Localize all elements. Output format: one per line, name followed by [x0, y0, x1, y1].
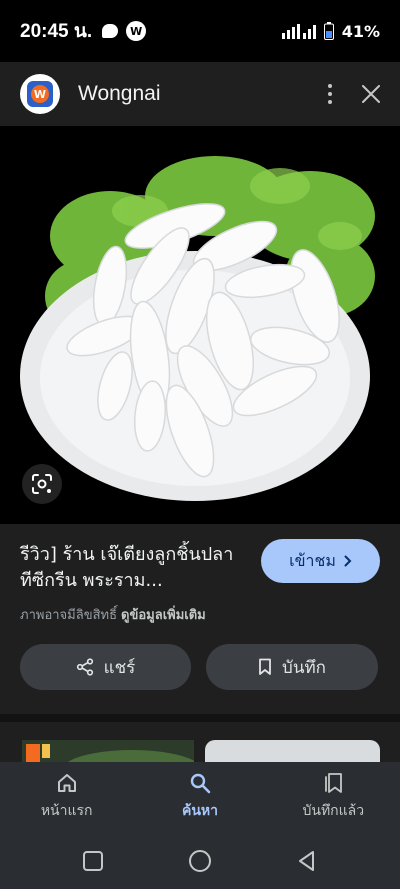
status-right: 41% [281, 21, 380, 41]
recent-apps-icon[interactable] [82, 850, 104, 872]
battery-percent: 41% [341, 21, 380, 41]
wongnai-logo[interactable]: W [20, 74, 60, 114]
share-icon [76, 658, 93, 676]
close-icon[interactable] [362, 85, 380, 103]
related-thumbnail[interactable] [205, 740, 380, 762]
nav-home[interactable]: หน้าแรก [0, 762, 133, 832]
battery-icon [323, 22, 334, 40]
lens-search-icon[interactable] [22, 464, 62, 504]
result-info-panel: รีวิว] ร้าน เจ๊เตียงลูกชิ้นปลา ทีซีกรีน … [0, 524, 400, 714]
message-icon [102, 24, 119, 38]
status-time: 20:45 น. [20, 21, 93, 42]
w-notification-icon: W [126, 21, 147, 41]
nav-home-label: หน้าแรก [40, 803, 93, 819]
nav-saved-label: บันทึกแล้ว [302, 803, 365, 819]
home-icon [57, 774, 76, 792]
search-icon [190, 773, 211, 794]
logo-letter: W [31, 85, 49, 103]
share-label: แชร์ [103, 657, 136, 678]
nav-search-label: ค้นหา [181, 803, 218, 819]
nav-search[interactable]: ค้นหา [133, 762, 266, 832]
home-circle-icon[interactable] [188, 849, 212, 873]
signal-icon [281, 24, 316, 39]
saved-icon [325, 773, 343, 793]
more-vert-icon[interactable] [328, 84, 332, 104]
chevron-right-icon [344, 555, 352, 567]
bottom-nav: หน้าแรก ค้นหา บันทึกแล้ว [0, 762, 400, 832]
save-label: บันทึก [282, 657, 326, 678]
save-button[interactable]: บันทึก [206, 644, 378, 690]
fishball-dish-image [0, 126, 400, 524]
status-bar: 20:45 น. W 41% [0, 0, 400, 62]
related-results [0, 722, 400, 762]
bookmark-icon [259, 658, 271, 675]
section-divider [0, 714, 400, 722]
result-title[interactable]: รีวิว] ร้าน เจ๊เตียงลูกชิ้นปลา ทีซีกรีน … [20, 542, 250, 594]
copyright-notice: ภาพอาจมีลิขสิทธิ์ ดูข้อมูลเพิ่มเติม [20, 604, 206, 625]
related-thumbnail[interactable] [22, 740, 197, 762]
status-notification-icons: W [102, 21, 147, 41]
system-nav-bar [0, 832, 400, 889]
back-icon[interactable] [296, 850, 318, 872]
app-header: W Wongnai [0, 62, 400, 126]
page-title: Wongnai [78, 82, 161, 105]
copyright-text: ภาพอาจมีลิขสิทธิ์ [20, 608, 118, 623]
visit-button[interactable]: เข้าชม [261, 539, 380, 583]
result-image[interactable] [0, 126, 400, 524]
nav-saved[interactable]: บันทึกแล้ว [267, 762, 400, 832]
share-button[interactable]: แชร์ [20, 644, 191, 690]
more-info-link[interactable]: ดูข้อมูลเพิ่มเติม [121, 608, 206, 623]
visit-label: เข้าชม [289, 550, 336, 570]
